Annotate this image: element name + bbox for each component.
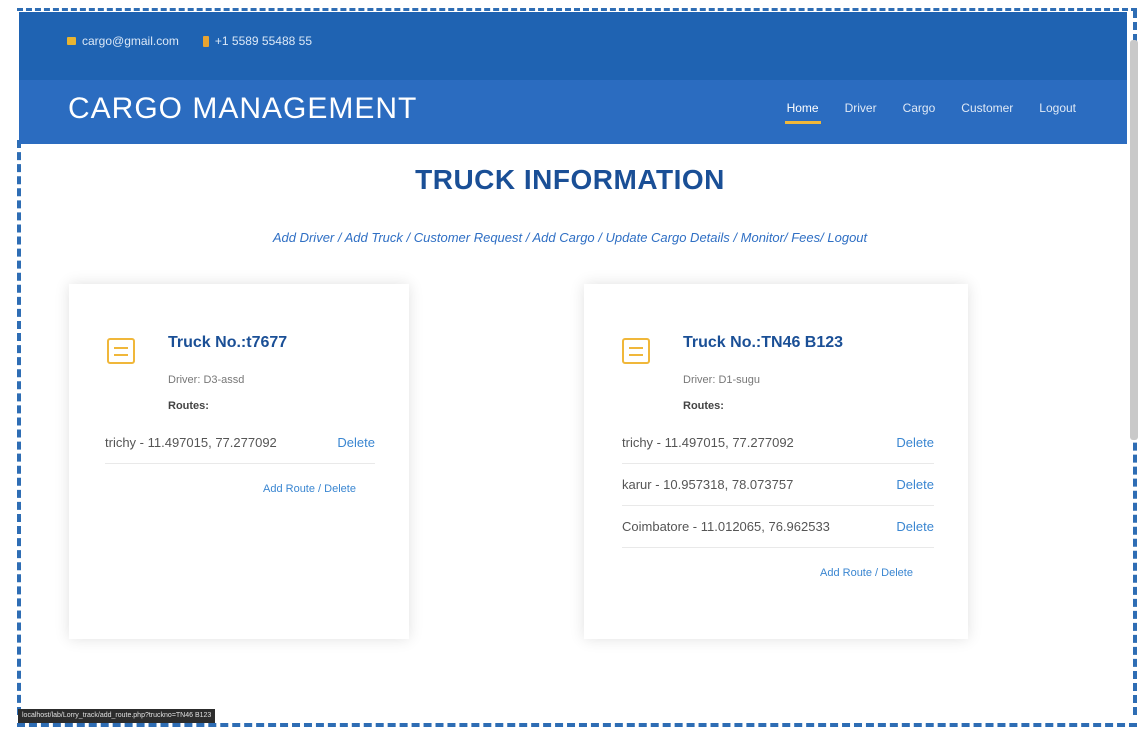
nav-home[interactable]: Home <box>784 101 821 124</box>
screenshot-frame-bottom <box>17 723 1137 727</box>
nav-customer[interactable]: Customer <box>961 101 1013 121</box>
screenshot-frame-top <box>17 8 1137 11</box>
delete-truck-link[interactable]: Delete <box>324 483 356 495</box>
route-text: Coimbatore - 11.012065, 76.962533 <box>622 519 830 534</box>
card-actions: Add Route / Delete <box>820 567 913 579</box>
link-fees[interactable]: Fees <box>791 230 820 245</box>
contact-info: cargo@gmail.com +1 5589 55488 55 <box>67 34 312 48</box>
route-row: trichy - 11.497015, 77.277092 Delete <box>622 422 934 464</box>
route-text: trichy - 11.497015, 77.277092 <box>105 435 277 450</box>
truck-number: Truck No.:t7677 <box>168 334 288 351</box>
truck-card: Truck No.:TN46 B123 Driver: D1-sugu Rout… <box>584 284 968 639</box>
truck-number: Truck No.:TN46 B123 <box>683 334 844 351</box>
screenshot-frame-left <box>17 140 21 715</box>
phone-icon <box>202 35 209 47</box>
card-actions: Add Route / Delete <box>263 483 356 495</box>
page-title: TRUCK INFORMATION <box>415 164 725 195</box>
routes-label: Routes: <box>683 400 724 412</box>
nav-driver[interactable]: Driver <box>845 101 877 121</box>
route-row: karur - 10.957318, 78.073757 Delete <box>622 464 934 506</box>
nav-menu: Home Driver Cargo Customer Logout <box>784 101 1076 124</box>
browser-status-bar: localhost/lab/Lorry_track/add_route.php?… <box>18 709 216 723</box>
link-add-truck[interactable]: Add Truck <box>345 230 403 245</box>
delete-route-button[interactable]: Delete <box>337 435 375 450</box>
link-update-cargo-details[interactable]: Update Cargo Details <box>606 230 730 245</box>
link-monitor[interactable]: Monitor <box>741 230 784 245</box>
add-route-link[interactable]: Add Route <box>263 483 315 495</box>
link-logout[interactable]: Logout <box>827 230 867 245</box>
top-contact-bar: cargo@gmail.com +1 5589 55488 55 <box>19 12 1127 80</box>
add-route-link[interactable]: Add Route <box>820 567 872 579</box>
routes-label: Routes: <box>168 400 209 412</box>
route-text: trichy - 11.497015, 77.277092 <box>622 435 794 450</box>
link-add-driver[interactable]: Add Driver <box>273 230 334 245</box>
route-text: karur - 10.957318, 78.073757 <box>622 477 794 492</box>
checklist-icon <box>107 338 135 364</box>
route-row: Coimbatore - 11.012065, 76.962533 Delete <box>622 506 934 548</box>
delete-truck-link[interactable]: Delete <box>881 567 913 579</box>
contact-phone: +1 5589 55488 55 <box>214 34 312 48</box>
nav-cargo[interactable]: Cargo <box>903 101 936 121</box>
route-list: trichy - 11.497015, 77.277092 Delete <box>105 422 375 464</box>
link-customer-request[interactable]: Customer Request <box>414 230 522 245</box>
delete-route-button[interactable]: Delete <box>896 519 934 534</box>
nav-logout[interactable]: Logout <box>1039 101 1076 121</box>
delete-route-button[interactable]: Delete <box>896 477 934 492</box>
driver-name: Driver: D1-sugu <box>683 374 761 386</box>
contact-email[interactable]: cargo@gmail.com <box>82 34 179 48</box>
link-add-cargo[interactable]: Add Cargo <box>533 230 595 245</box>
truck-card: Truck No.:t7677 Driver: D3-assd Routes: … <box>69 284 409 639</box>
route-row: trichy - 11.497015, 77.277092 Delete <box>105 422 375 464</box>
checklist-icon <box>622 338 650 364</box>
route-list: trichy - 11.497015, 77.277092 Delete kar… <box>622 422 934 548</box>
brand-logo[interactable]: CARGO MANAGEMENT <box>68 92 417 126</box>
admin-links: Add Driver / Add Truck / Customer Reques… <box>272 230 868 245</box>
envelope-icon <box>67 37 76 45</box>
main-navbar: CARGO MANAGEMENT Home Driver Cargo Custo… <box>19 80 1127 144</box>
driver-name: Driver: D3-assd <box>168 374 245 386</box>
delete-route-button[interactable]: Delete <box>896 435 934 450</box>
